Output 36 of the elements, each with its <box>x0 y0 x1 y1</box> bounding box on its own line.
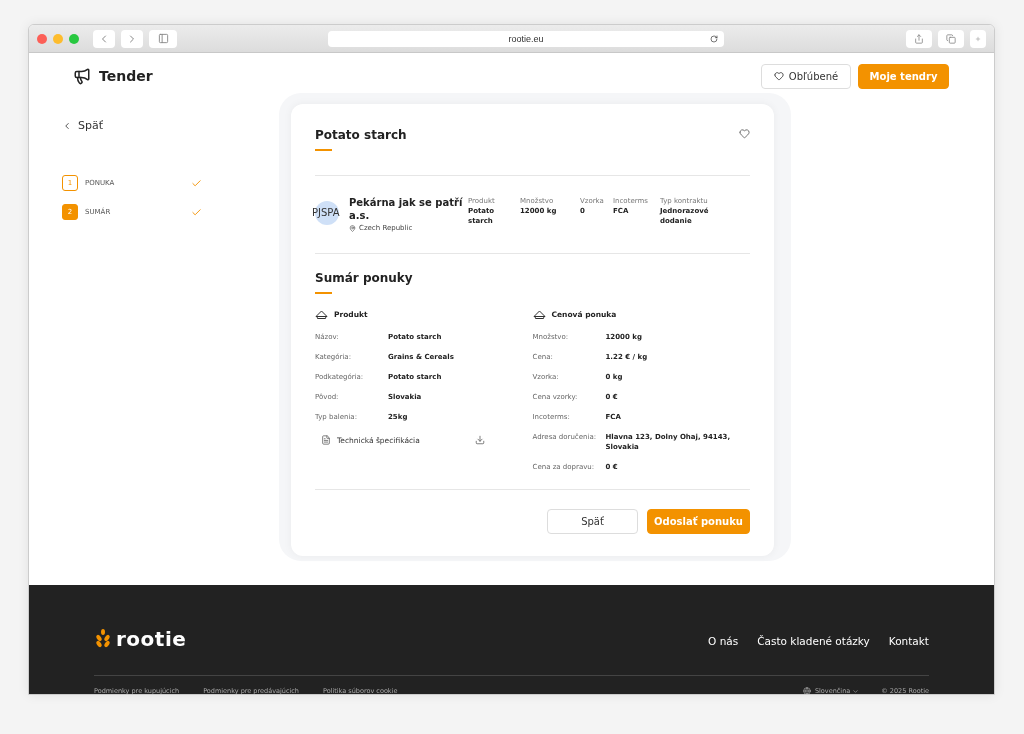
sidebar-icon[interactable] <box>149 29 177 48</box>
tray-icon <box>315 310 328 319</box>
back-button[interactable]: Späť <box>547 509 639 534</box>
globe-icon <box>802 687 811 694</box>
title-underline <box>315 149 332 151</box>
page-title: Tender <box>99 68 153 84</box>
document-icon <box>321 435 331 445</box>
forward-icon[interactable] <box>121 29 143 48</box>
chevron-down-icon <box>852 687 860 694</box>
address-bar[interactable]: rootie.eu <box>328 30 724 47</box>
favorite-icon[interactable] <box>739 128 750 139</box>
tray-icon <box>532 310 546 319</box>
footer-link[interactable]: Často kladené otázky <box>757 634 870 647</box>
title-underline <box>315 292 332 294</box>
chevron-left-icon <box>62 120 72 131</box>
heart-icon <box>773 71 784 81</box>
close-dot[interactable] <box>37 33 47 44</box>
avatar-initials: PJSPA <box>312 207 340 218</box>
megaphone-icon <box>73 67 91 85</box>
summary-title: Sumár ponuky <box>315 271 414 285</box>
footer-link[interactable]: Kontakt <box>888 634 929 647</box>
new-tab-icon[interactable] <box>970 29 986 48</box>
minimize-dot[interactable] <box>53 33 63 44</box>
wheat-icon <box>94 629 112 649</box>
footer-link[interactable]: O nás <box>708 634 739 647</box>
maximize-dot[interactable] <box>69 33 79 44</box>
favorites-button[interactable]: Obľúbené <box>761 63 851 89</box>
seller-name: Pekárna jak se patří a.s. <box>349 196 464 222</box>
location-pin-icon <box>349 224 356 232</box>
share-icon[interactable] <box>906 29 932 48</box>
logo-text: rootie <box>116 627 187 651</box>
back-link[interactable]: Späť <box>62 119 104 132</box>
tabs-icon[interactable] <box>938 29 964 48</box>
download-icon[interactable] <box>475 435 485 445</box>
back-icon[interactable] <box>93 29 115 48</box>
product-title: Potato starch <box>315 128 407 142</box>
